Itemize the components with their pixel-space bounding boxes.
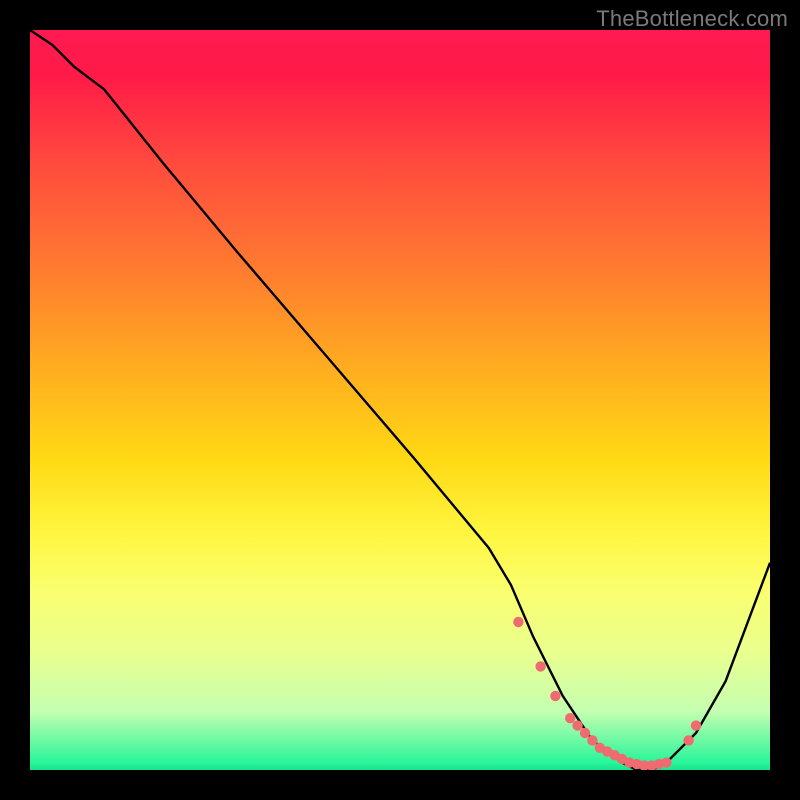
optimal-zone-dot bbox=[513, 617, 523, 627]
optimal-zone-dot bbox=[580, 728, 590, 738]
optimal-zone-dot bbox=[565, 713, 575, 723]
plot-area bbox=[30, 30, 770, 770]
optimal-zone-dot bbox=[691, 720, 701, 730]
mismatch-curve-path bbox=[30, 30, 770, 770]
optimal-zone-dot bbox=[535, 661, 545, 671]
watermark-text: TheBottleneck.com bbox=[596, 6, 788, 32]
optimal-zone-dot bbox=[550, 691, 560, 701]
chart-svg bbox=[30, 30, 770, 770]
optimal-zone-dots bbox=[513, 617, 701, 770]
optimal-zone-dot bbox=[572, 720, 582, 730]
optimal-zone-dot bbox=[683, 735, 693, 745]
optimal-zone-dot bbox=[587, 735, 597, 745]
chart-frame: TheBottleneck.com bbox=[0, 0, 800, 800]
optimal-zone-dot bbox=[661, 757, 671, 767]
